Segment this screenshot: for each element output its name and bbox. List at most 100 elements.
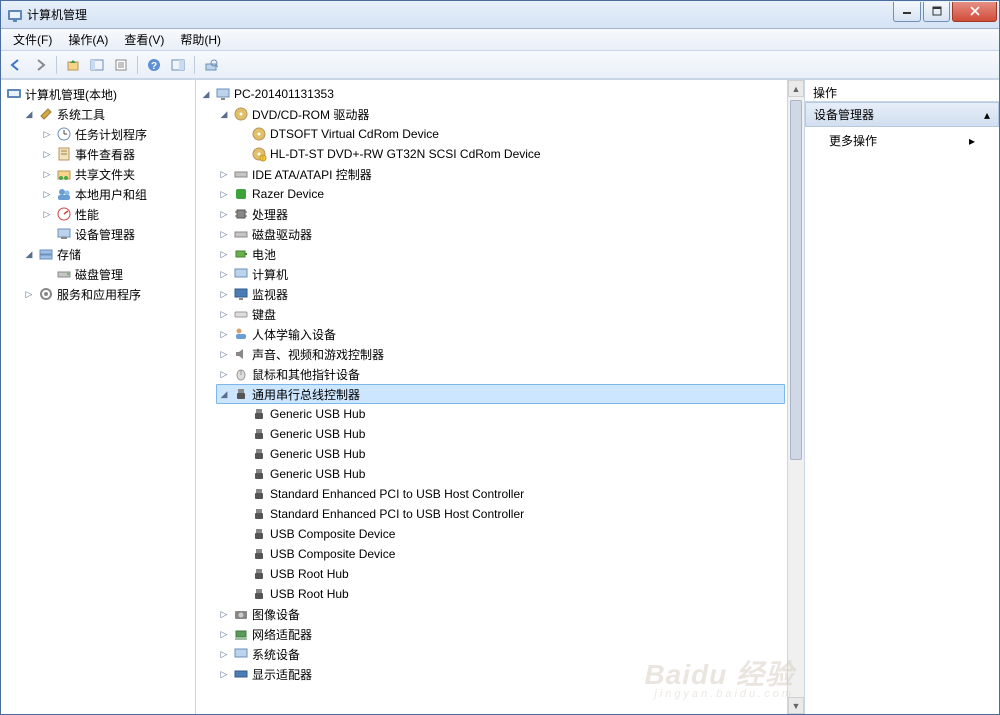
tree-usb-item[interactable]: ▷USB Root Hub xyxy=(234,564,785,584)
collapse-icon[interactable]: ◢ xyxy=(23,108,35,120)
properties-button[interactable] xyxy=(110,54,132,76)
expand-icon[interactable]: ▷ xyxy=(41,128,53,140)
titlebar[interactable]: 计算机管理 xyxy=(1,1,999,29)
actions-section-device-manager[interactable]: 设备管理器 ▴ xyxy=(805,102,999,127)
expand-icon[interactable]: ▷ xyxy=(218,208,230,220)
separator xyxy=(194,56,195,74)
scroll-thumb[interactable] xyxy=(790,100,802,460)
tree-pc-root[interactable]: ◢PC-201401131353 xyxy=(198,84,785,104)
tree-network-category[interactable]: ▷网络适配器 xyxy=(216,624,785,644)
tree-local-users[interactable]: ▷本地用户和组 xyxy=(39,184,193,204)
tree-usb-category[interactable]: ◢通用串行总线控制器 xyxy=(216,384,785,404)
close-button[interactable] xyxy=(952,2,997,22)
usb-device-icon xyxy=(251,406,267,422)
expand-icon[interactable]: ▷ xyxy=(218,248,230,260)
menu-file[interactable]: 文件(F) xyxy=(5,28,60,51)
expand-icon[interactable]: ▷ xyxy=(41,168,53,180)
tree-shared-folders[interactable]: ▷共享文件夹 xyxy=(39,164,193,184)
tree-usb-item[interactable]: ▷Generic USB Hub xyxy=(234,464,785,484)
tree-battery-category[interactable]: ▷电池 xyxy=(216,244,785,264)
menu-view[interactable]: 查看(V) xyxy=(116,28,172,51)
help-button[interactable]: ? xyxy=(143,54,165,76)
collapse-icon[interactable]: ◢ xyxy=(200,88,212,100)
expand-icon[interactable]: ▷ xyxy=(218,328,230,340)
scroll-up-icon[interactable]: ▲ xyxy=(788,80,804,97)
expand-icon[interactable]: ▷ xyxy=(218,268,230,280)
expand-icon[interactable]: ▷ xyxy=(218,188,230,200)
tree-services-apps[interactable]: ▷服务和应用程序 xyxy=(21,284,193,304)
tree-usb-item[interactable]: ▷USB Composite Device xyxy=(234,544,785,564)
usb-icon xyxy=(233,386,249,402)
tree-keyboard-category[interactable]: ▷键盘 xyxy=(216,304,785,324)
collapse-icon[interactable]: ◢ xyxy=(218,108,230,120)
tree-disk-drives-category[interactable]: ▷磁盘驱动器 xyxy=(216,224,785,244)
camera-icon xyxy=(233,606,249,622)
up-button[interactable] xyxy=(62,54,84,76)
expand-icon[interactable]: ▷ xyxy=(41,188,53,200)
tree-usb-item[interactable]: ▷USB Composite Device xyxy=(234,524,785,544)
expand-icon[interactable]: ▷ xyxy=(218,228,230,240)
tree-audio-category[interactable]: ▷声音、视频和游戏控制器 xyxy=(216,344,785,364)
scroll-down-icon[interactable]: ▼ xyxy=(788,697,804,714)
tree-monitor-category[interactable]: ▷监视器 xyxy=(216,284,785,304)
tree-usb-item[interactable]: ▷Generic USB Hub xyxy=(234,404,785,424)
expand-icon[interactable]: ▷ xyxy=(218,628,230,640)
back-button[interactable] xyxy=(5,54,27,76)
tree-task-scheduler[interactable]: ▷任务计划程序 xyxy=(39,124,193,144)
tree-device-manager[interactable]: ▷设备管理器 xyxy=(39,224,193,244)
tree-usb-item[interactable]: ▷Generic USB Hub xyxy=(234,424,785,444)
menu-help[interactable]: 帮助(H) xyxy=(172,28,229,51)
actions-more[interactable]: 更多操作 ▸ xyxy=(805,127,999,154)
tree-mouse-category[interactable]: ▷鼠标和其他指针设备 xyxy=(216,364,785,384)
minimize-button[interactable] xyxy=(893,2,921,22)
menu-action[interactable]: 操作(A) xyxy=(60,28,116,51)
toolbar-button[interactable] xyxy=(167,54,189,76)
expand-icon[interactable]: ▷ xyxy=(218,368,230,380)
tree-cpu-category[interactable]: ▷处理器 xyxy=(216,204,785,224)
expand-icon[interactable]: ▷ xyxy=(218,608,230,620)
tree-imaging-category[interactable]: ▷图像设备 xyxy=(216,604,785,624)
computer-icon xyxy=(233,266,249,282)
tree-usb-item[interactable]: ▷Generic USB Hub xyxy=(234,444,785,464)
event-icon xyxy=(56,146,72,162)
tree-dvd-item[interactable]: ▷!HL-DT-ST DVD+-RW GT32N SCSI CdRom Devi… xyxy=(234,144,785,164)
tree-root-computer-management[interactable]: 计算机管理(本地) xyxy=(3,84,193,104)
expand-icon[interactable]: ▷ xyxy=(218,308,230,320)
maximize-button[interactable] xyxy=(923,2,950,22)
expand-icon[interactable]: ▷ xyxy=(41,148,53,160)
tree-usb-item[interactable]: ▷Standard Enhanced PCI to USB Host Contr… xyxy=(234,504,785,524)
expand-icon[interactable]: ▷ xyxy=(218,648,230,660)
window: 计算机管理 文件(F) 操作(A) 查看(V) 帮助(H) ? xyxy=(0,0,1000,715)
tree-display-category[interactable]: ▷显示适配器 xyxy=(216,664,785,684)
expand-icon[interactable]: ▷ xyxy=(218,668,230,680)
collapse-icon[interactable]: ◢ xyxy=(23,248,35,260)
show-hide-tree-button[interactable] xyxy=(86,54,108,76)
tree-storage[interactable]: ◢ 存储 xyxy=(21,244,193,264)
tree-hid-category[interactable]: ▷人体学输入设备 xyxy=(216,324,785,344)
device-tree[interactable]: ◢PC-201401131353 ◢DVD/CD-ROM 驱动器 ▷DTSOFT… xyxy=(196,80,787,714)
tree-computer-category[interactable]: ▷计算机 xyxy=(216,264,785,284)
expand-icon[interactable]: ▷ xyxy=(218,168,230,180)
tree-system-devices-category[interactable]: ▷系统设备 xyxy=(216,644,785,664)
tree-dvd-item[interactable]: ▷DTSOFT Virtual CdRom Device xyxy=(234,124,785,144)
tree-event-viewer[interactable]: ▷事件查看器 xyxy=(39,144,193,164)
tree-ide-category[interactable]: ▷IDE ATA/ATAPI 控制器 xyxy=(216,164,785,184)
tree-performance[interactable]: ▷性能 xyxy=(39,204,193,224)
tree-disk-management[interactable]: ▷磁盘管理 xyxy=(39,264,193,284)
tree-usb-item[interactable]: ▷Standard Enhanced PCI to USB Host Contr… xyxy=(234,484,785,504)
left-tree-pane[interactable]: 计算机管理(本地) ◢ 系统工具 ▷任务计划程序 ▷事件查看器 xyxy=(1,80,196,714)
collapse-icon[interactable]: ◢ xyxy=(218,388,230,400)
expand-icon[interactable]: ▷ xyxy=(23,288,35,300)
scan-hardware-button[interactable] xyxy=(200,54,222,76)
tree-usb-item[interactable]: ▷USB Root Hub xyxy=(234,584,785,604)
expand-icon[interactable]: ▷ xyxy=(41,208,53,220)
tree-razer-category[interactable]: ▷Razer Device xyxy=(216,184,785,204)
tree-system-tools[interactable]: ◢ 系统工具 xyxy=(21,104,193,124)
forward-button[interactable] xyxy=(29,54,51,76)
expand-icon[interactable]: ▷ xyxy=(218,348,230,360)
center-pane: ◢PC-201401131353 ◢DVD/CD-ROM 驱动器 ▷DTSOFT… xyxy=(196,80,804,714)
tree-dvd-category[interactable]: ◢DVD/CD-ROM 驱动器 xyxy=(216,104,785,124)
expand-icon[interactable]: ▷ xyxy=(218,288,230,300)
usb-device-icon xyxy=(251,586,267,602)
vertical-scrollbar[interactable]: ▲ ▼ xyxy=(787,80,804,714)
